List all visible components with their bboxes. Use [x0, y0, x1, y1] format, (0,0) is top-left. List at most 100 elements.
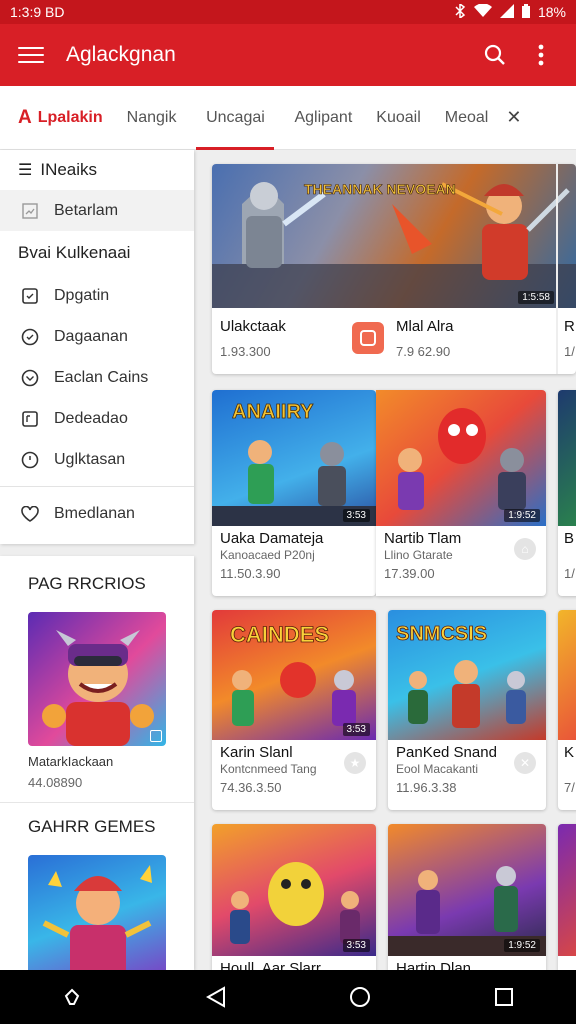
sidebar-item-bmedlanan[interactable]: Bmedlanan	[0, 493, 194, 534]
overflow-menu-icon[interactable]	[524, 38, 558, 72]
status-time: 1:3:9 BD	[10, 4, 65, 20]
search-icon[interactable]	[478, 38, 512, 72]
duration-badge: 1:5:58	[518, 291, 554, 304]
list-icon: ☰	[18, 162, 33, 179]
sidebar-item-betarlam[interactable]: Betarlam	[0, 190, 194, 231]
card-title: PanKed Snand	[396, 744, 497, 761]
heart-icon	[20, 504, 40, 524]
add-to-list-icon[interactable]: ⌂	[514, 538, 536, 560]
duration-badge: 3:53	[342, 723, 370, 736]
tab-uncagai[interactable]: Uncagai	[188, 86, 282, 150]
promo-section-title: PAG RRCRIOS	[28, 574, 146, 593]
game-card[interactable]: ANAIIRY 3:53 Uaka Damateja Kanoacaed P20…	[212, 390, 376, 596]
card-edge-label: K	[564, 744, 575, 761]
app-title: Aglackgnan	[66, 43, 176, 66]
game-card-partial[interactable]: B 1/	[558, 390, 576, 596]
sidebar-divider	[0, 486, 194, 487]
game-card-hero[interactable]: THEANNAK NEVOEAN 1:5:58 Ulakctaak 1.93.3…	[212, 164, 576, 374]
chevron-circle-icon	[20, 368, 40, 388]
game-card-image	[558, 610, 576, 740]
card-value: 74.36.3.50	[220, 780, 282, 795]
recents-button-icon[interactable]	[484, 977, 524, 1017]
promo-thumbnail-2[interactable]	[28, 855, 166, 981]
app-bar: Aglackgnan	[0, 24, 576, 86]
wifi-icon	[473, 2, 492, 21]
game-card[interactable]: 1:9:52 Hartin Dlan	[388, 824, 546, 984]
sidebar-item-label: Betarlam	[54, 201, 119, 219]
hamburger-menu-icon[interactable]	[18, 42, 44, 68]
tab-nangik[interactable]: Nangik	[115, 86, 189, 150]
game-card-image: SNMCSIS	[388, 610, 546, 740]
system-nav-bar	[0, 970, 576, 1024]
card-edge-label: 7/	[564, 780, 575, 795]
card-banner-text: ANAIIRY	[232, 401, 314, 423]
card-banner-text: SNMCSIS	[396, 623, 487, 645]
card-title: Karin Slanl	[220, 744, 293, 761]
tab-kuoail[interactable]: Kuoail	[364, 86, 432, 150]
close-icon[interactable]: ✕	[514, 752, 536, 774]
sidebar-item-label: Dedeadao	[54, 409, 128, 427]
brand-logo-icon: A	[18, 106, 32, 128]
tab-meoal[interactable]: Meoal	[433, 86, 501, 150]
game-card-image: 1:9:52	[376, 390, 546, 526]
game-card[interactable]: 3:53 Houll. Aar Slarr	[212, 824, 376, 984]
assistant-icon[interactable]	[52, 977, 92, 1017]
close-tabs-icon[interactable]: ✕	[500, 86, 527, 150]
game-card-partial[interactable]: K 7/	[558, 610, 576, 810]
card-meta: Kanoacaed P20nj	[220, 548, 315, 562]
star-icon[interactable]: ★	[344, 752, 366, 774]
status-bar: 1:3:9 BD 18%	[0, 0, 576, 24]
app-tile-icon[interactable]	[352, 322, 384, 354]
category-tabs: A Lpalakin Nangik Uncagai Aglipant Kuoai…	[0, 86, 576, 150]
card-edge-label: B	[564, 530, 575, 547]
game-card-image: CAINDES 3:53	[212, 610, 376, 740]
card-meta: Eool Macakanti	[396, 762, 479, 776]
duration-badge: 3:53	[342, 509, 370, 522]
game-card-image: 3:53	[212, 824, 376, 956]
sidebar-item-label: Eaclan Cains	[54, 368, 149, 386]
promo-divider	[0, 802, 194, 803]
sidebar-item-eaclan-cains[interactable]: Eaclan Cains	[0, 357, 194, 398]
card-edge-label: 1/	[564, 566, 575, 581]
card-meta: Kontcnmeed Tang	[220, 762, 317, 776]
game-card-image: THEANNAK NEVOEAN 1:5:58	[212, 164, 576, 308]
sidebar-item-uglktasan[interactable]: Uglktasan	[0, 439, 194, 480]
back-button-icon[interactable]	[196, 977, 236, 1017]
hero-banner-text: THEANNAK NEVOEAN	[304, 181, 456, 197]
duration-badge: 3:53	[342, 939, 370, 952]
promo-panel: PAG RRCRIOS MatarkIackaan 44.08890 GAHRR…	[0, 556, 194, 981]
home-button-icon[interactable]	[340, 977, 380, 1017]
sidebar-item-label: Bmedlanan	[54, 504, 135, 522]
promo-thumbnail[interactable]	[28, 612, 166, 746]
clock-icon	[20, 327, 40, 347]
info-icon	[150, 730, 162, 742]
game-card[interactable]: SNMCSIS PanKed Snand Eool Macakanti 11.9…	[388, 610, 546, 810]
sidebar-item-label: Dagaanan	[54, 327, 128, 345]
game-card[interactable]: 1:9:52 Nartib Tlam Llino Gtarate 17.39.0…	[376, 390, 546, 596]
status-icons: 18%	[454, 2, 566, 21]
sidebar-item-dpgatin[interactable]: Dpgatin	[0, 275, 194, 316]
image-icon	[20, 201, 40, 221]
signal-icon	[499, 3, 514, 21]
battery-icon	[521, 3, 530, 21]
card-edge-label: 1/	[564, 344, 575, 359]
sidebar-item-label: Dpgatin	[54, 286, 110, 304]
card-meta: Llino Gtarate	[384, 548, 453, 562]
duration-badge: 1:9:52	[504, 509, 540, 522]
card-title: Nartib Tlam	[384, 530, 462, 547]
tab-label: Lpalakin	[37, 108, 103, 126]
sidebar-item-dagaanan[interactable]: Dagaanan	[0, 316, 194, 357]
game-card-image	[558, 390, 576, 526]
sidebar-item-label: Uglktasan	[54, 450, 126, 468]
document-icon	[20, 409, 40, 429]
sidebar-item-dedeadao[interactable]: Dedeadao	[0, 398, 194, 439]
sidebar-section-title: Bvai Kulkenaai	[18, 243, 131, 262]
game-card[interactable]: CAINDES 3:53 Karin Slanl Kontcnmeed Tang…	[212, 610, 376, 810]
tab-brand[interactable]: A Lpalakin	[0, 86, 115, 150]
promo-item-sub: 44.08890	[28, 775, 83, 790]
card-title: Uaka Damateja	[220, 530, 324, 547]
tab-aglipant[interactable]: Aglipant	[282, 86, 364, 150]
game-card-image	[558, 824, 576, 956]
game-card-partial[interactable]	[558, 824, 576, 984]
promo-section-title-2: GAHRR GEMES	[28, 817, 156, 836]
